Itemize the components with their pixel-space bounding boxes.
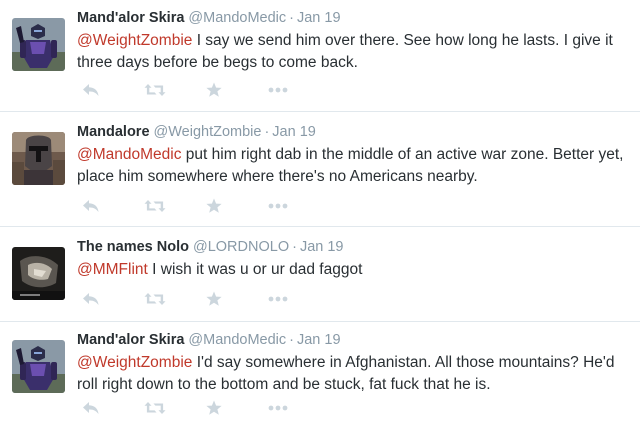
favorite-icon	[206, 82, 222, 97]
tweet[interactable]: Mand'alor Skira @MandoMedic · Jan 19 @Weigh…	[0, 0, 640, 112]
tweet[interactable]: Mandalore @WeightZombie · Jan 19 @MandoMedi…	[0, 112, 640, 227]
tweet-header: Mandalore @WeightZombie · Jan 19	[77, 122, 632, 142]
tweet[interactable]: Mand'alor Skira @MandoMedic · Jan 19 @Weigh…	[0, 322, 640, 430]
more-icon	[268, 296, 288, 302]
retweet-icon	[144, 402, 166, 414]
display-name[interactable]: The names Nolo	[77, 239, 189, 255]
reply-button[interactable]	[82, 398, 144, 418]
avatar[interactable]	[12, 247, 65, 300]
separator-dot: ·	[264, 124, 270, 140]
more-button[interactable]	[268, 196, 330, 216]
separator-dot: ·	[289, 10, 294, 26]
separator-dot: ·	[289, 332, 294, 348]
tweet-actions	[82, 398, 330, 418]
favorite-icon	[206, 291, 222, 306]
display-name[interactable]: Mand'alor Skira	[77, 10, 184, 26]
tweet-body: I wish it was u or ur dad faggot	[147, 261, 363, 278]
tweet-date[interactable]: Jan 19	[272, 124, 316, 140]
reply-icon	[83, 84, 99, 96]
avatar[interactable]	[12, 340, 65, 393]
user-handle[interactable]: @LORDNOLO	[193, 239, 289, 255]
favorite-icon	[206, 198, 222, 213]
retweet-icon	[144, 200, 166, 212]
more-icon	[268, 405, 288, 411]
reply-icon	[83, 402, 99, 414]
mention-link[interactable]: @MMFlint	[77, 261, 148, 278]
retweet-icon	[144, 84, 166, 96]
tweet-date[interactable]: Jan 19	[297, 10, 341, 26]
user-handle[interactable]: @MandoMedic	[188, 10, 286, 26]
display-name[interactable]: Mandalore	[77, 124, 150, 140]
more-icon	[268, 203, 288, 209]
more-button[interactable]	[268, 289, 330, 309]
mention-link[interactable]: @WeightZombie	[77, 32, 192, 49]
tweet-actions	[82, 196, 330, 216]
armored-figure-avatar-icon	[12, 18, 65, 71]
reply-button[interactable]	[82, 289, 144, 309]
dark-photo-avatar-icon	[12, 247, 65, 300]
separator-dot: ·	[292, 239, 297, 255]
tweet-date[interactable]: Jan 19	[300, 239, 344, 255]
avatar[interactable]	[12, 132, 65, 185]
tweet-content: Mandalore @WeightZombie · Jan 19 @MandoMedi…	[77, 122, 632, 188]
tweet-content: The names Nolo @LORDNOLO · Jan 19 @MMFlint …	[77, 237, 632, 281]
tweet-actions	[82, 80, 330, 100]
tweet-header: The names Nolo @LORDNOLO · Jan 19	[77, 237, 632, 257]
tweet-content: Mand'alor Skira @MandoMedic · Jan 19 @Weigh…	[77, 8, 632, 74]
tweet-actions	[82, 289, 330, 309]
reply-button[interactable]	[82, 80, 144, 100]
reply-button[interactable]	[82, 196, 144, 216]
tweet-text: @MandoMedic put him right dab in the mid…	[77, 144, 632, 188]
mention-link[interactable]: @WeightZombie	[77, 354, 192, 371]
timeline: Mand'alor Skira @MandoMedic · Jan 19 @Weigh…	[0, 0, 640, 430]
display-name[interactable]: Mand'alor Skira	[77, 332, 184, 348]
retweet-button[interactable]	[144, 398, 206, 418]
tweet[interactable]: The names Nolo @LORDNOLO · Jan 19 @MMFlint …	[0, 227, 640, 322]
favorite-button[interactable]	[206, 196, 268, 216]
helmet-avatar-icon	[12, 132, 65, 185]
retweet-button[interactable]	[144, 289, 206, 309]
tweet-header: Mand'alor Skira @MandoMedic · Jan 19	[77, 330, 632, 350]
user-handle[interactable]: @MandoMedic	[188, 332, 286, 348]
favorite-button[interactable]	[206, 80, 268, 100]
armored-figure-avatar-icon	[12, 340, 65, 393]
tweet-content: Mand'alor Skira @MandoMedic · Jan 19 @Weigh…	[77, 330, 632, 396]
favorite-button[interactable]	[206, 289, 268, 309]
tweet-date[interactable]: Jan 19	[297, 332, 341, 348]
favorite-icon	[206, 400, 222, 415]
reply-icon	[83, 200, 99, 212]
more-icon	[268, 87, 288, 93]
retweet-icon	[144, 293, 166, 305]
retweet-button[interactable]	[144, 196, 206, 216]
mention-link[interactable]: @MandoMedic	[77, 146, 181, 163]
more-button[interactable]	[268, 80, 330, 100]
more-button[interactable]	[268, 398, 330, 418]
tweet-text: @WeightZombie I say we send him over the…	[77, 30, 632, 74]
avatar[interactable]	[12, 18, 65, 71]
retweet-button[interactable]	[144, 80, 206, 100]
tweet-text: @WeightZombie I'd say somewhere in Afgha…	[77, 352, 632, 396]
favorite-button[interactable]	[206, 398, 268, 418]
tweet-header: Mand'alor Skira @MandoMedic · Jan 19	[77, 8, 632, 28]
user-handle[interactable]: @WeightZombie	[154, 124, 262, 140]
reply-icon	[83, 293, 99, 305]
tweet-text: @MMFlint I wish it was u or ur dad faggo…	[77, 259, 632, 281]
